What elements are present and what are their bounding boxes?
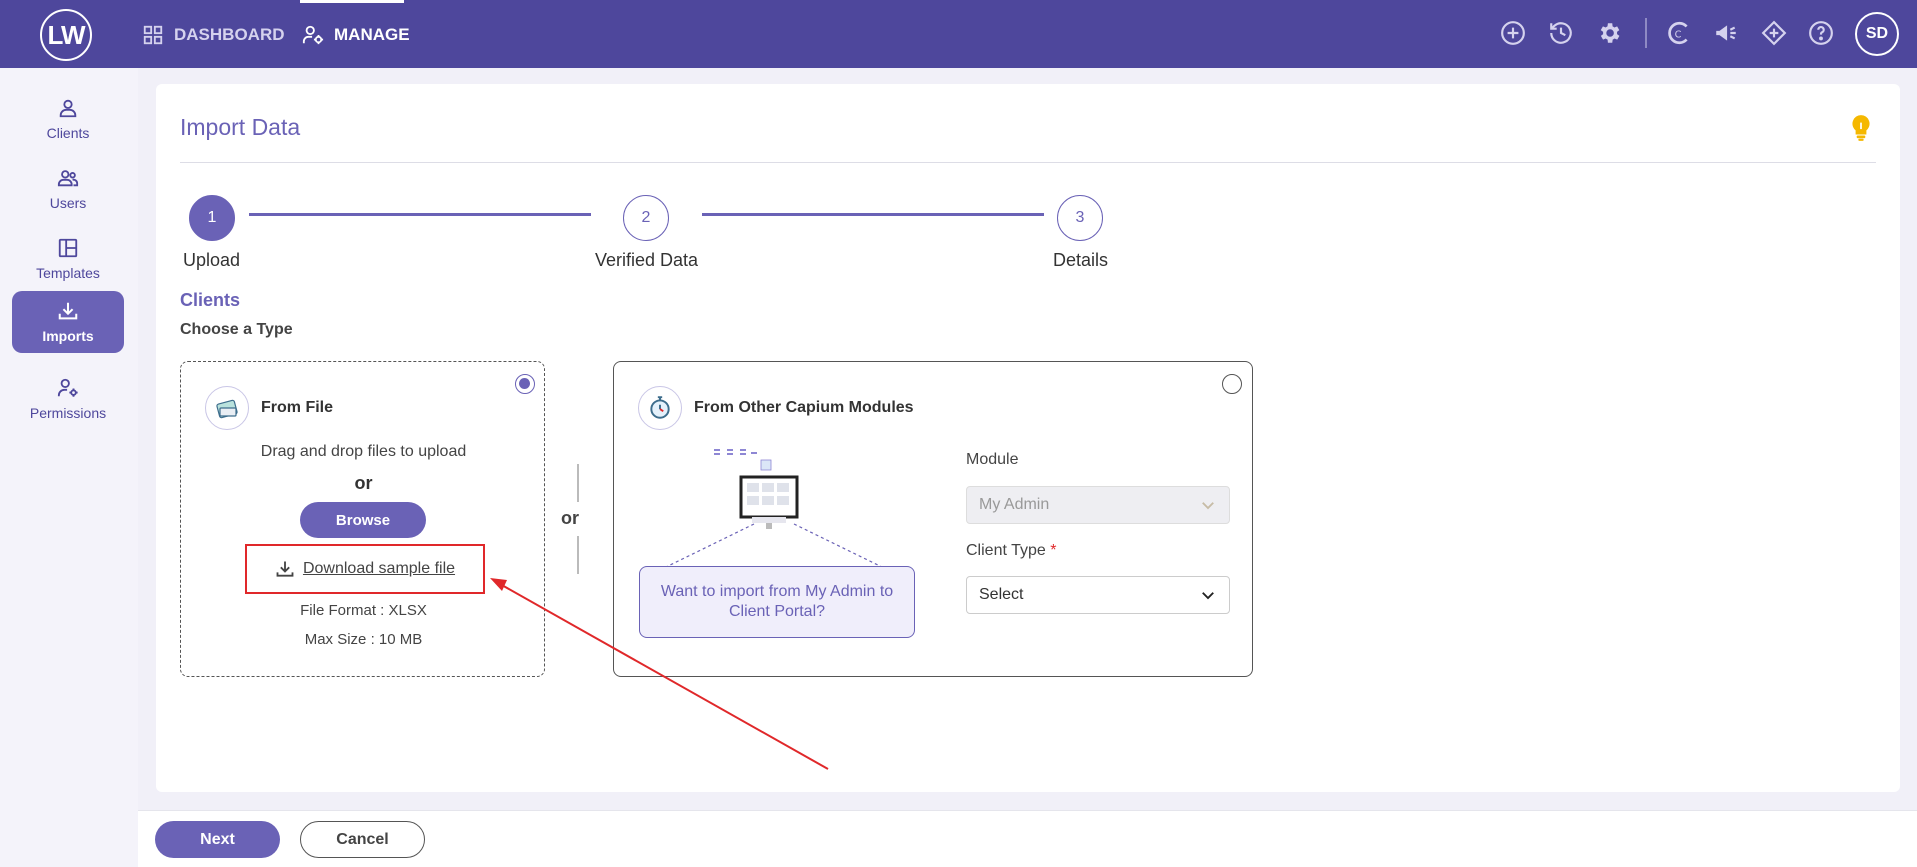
users-icon	[57, 170, 79, 187]
sidebar-item-label: Clients	[46, 125, 90, 141]
import-card: Import Data 1 2 3 Upload Verified Data D…	[156, 84, 1900, 792]
import-icon	[58, 302, 78, 320]
module-select: My Admin	[966, 486, 1230, 524]
help-icon[interactable]	[1807, 19, 1835, 47]
client-type-select-value: Select	[979, 586, 1024, 603]
sidebar-item-imports[interactable]: Imports	[12, 291, 124, 353]
or-text: or	[354, 473, 373, 493]
add-circle-icon[interactable]	[1499, 19, 1527, 47]
sidebar-item-label: Imports	[42, 328, 94, 344]
download-icon	[276, 561, 294, 577]
client-type-select[interactable]: Select	[966, 576, 1230, 614]
required-mark: *	[1050, 542, 1057, 559]
nav-active-indicator	[300, 0, 404, 3]
megaphone-icon[interactable]	[1712, 19, 1740, 47]
drag-drop-text: Drag and drop files to upload	[260, 443, 467, 460]
from-file-option[interactable]: From File Drag and drop files to upload …	[180, 361, 545, 677]
step-3-circle: 3	[1057, 195, 1103, 241]
separator-or: or	[561, 508, 579, 528]
nav-manage[interactable]: MANAGE	[302, 22, 410, 48]
person-icon	[59, 99, 77, 118]
step-connector-1	[249, 213, 591, 216]
download-sample-link[interactable]: Download sample file	[245, 544, 485, 594]
svg-text:C: C	[1675, 29, 1682, 40]
step-3-label: Details	[1053, 250, 1109, 270]
top-bar: LW DASHBOARD MANAGE C SD	[0, 0, 1917, 68]
module-label: Module	[966, 451, 1019, 468]
module-select-value: My Admin	[979, 496, 1050, 513]
template-icon	[58, 238, 78, 258]
grid-icon	[143, 25, 163, 45]
settings-icon[interactable]	[1595, 19, 1623, 47]
separator-line-top	[577, 464, 579, 502]
nav-dashboard-label: DASHBOARD	[174, 25, 285, 44]
permissions-icon	[57, 378, 78, 397]
import-from-my-admin-prompt[interactable]: Want to import from My Admin to Client P…	[639, 566, 915, 638]
next-button[interactable]: Next	[155, 821, 280, 858]
sidebar-item-permissions[interactable]: Permissions	[12, 368, 124, 430]
lightbulb-icon[interactable]	[1848, 114, 1874, 142]
history-icon[interactable]	[1547, 19, 1575, 47]
client-type-label-text: Client Type	[966, 542, 1046, 559]
chevron-down-icon	[1202, 592, 1214, 600]
stopwatch-icon	[650, 396, 670, 419]
connector-lines	[663, 523, 884, 569]
from-file-title: From File	[261, 399, 334, 416]
app-logo[interactable]: LW	[40, 9, 92, 61]
title-divider	[180, 162, 1876, 163]
cancel-button[interactable]: Cancel	[300, 821, 425, 858]
sidebar: Clients Users Templates Imports Permissi…	[0, 68, 138, 867]
nav-dashboard[interactable]: DASHBOARD	[142, 22, 285, 48]
from-other-title: From Other Capium Modules	[694, 399, 914, 416]
step-2-label: Verified Data	[595, 250, 699, 270]
sidebar-item-users[interactable]: Users	[12, 158, 124, 220]
sidebar-item-label: Templates	[36, 265, 100, 281]
client-type-label: Client Type *	[966, 542, 1056, 560]
browse-button[interactable]: Browse	[300, 502, 426, 538]
sidebar-item-label: Permissions	[29, 405, 107, 421]
from-file-radio[interactable]	[515, 374, 535, 394]
download-sample-label: Download sample file	[302, 560, 456, 577]
page-title: Import Data	[180, 114, 301, 140]
sidebar-item-clients[interactable]: Clients	[12, 88, 124, 150]
users-gear-icon	[302, 25, 324, 45]
user-avatar[interactable]: SD	[1855, 12, 1899, 56]
from-other-radio[interactable]	[1222, 374, 1242, 394]
step-1-circle: 1	[189, 195, 235, 241]
step-connector-2	[702, 213, 1044, 216]
section-subtitle: Choose a Type	[180, 321, 293, 338]
separator-line-bottom	[577, 536, 579, 574]
chevron-down-icon	[1202, 502, 1214, 510]
step-1-label: Upload	[183, 250, 241, 270]
from-other-modules-option[interactable]: From Other Capium Modules Want to import…	[613, 361, 1253, 677]
sidebar-item-label: Users	[49, 195, 87, 211]
diamond-icon[interactable]	[1760, 19, 1788, 47]
step-2-circle: 2	[623, 195, 669, 241]
max-size-text: Max Size : 10 MB	[304, 631, 423, 648]
file-upload-icon	[216, 399, 238, 419]
nav-manage-label: MANAGE	[334, 25, 410, 44]
sidebar-item-templates[interactable]: Templates	[12, 228, 124, 290]
header-divider	[1645, 18, 1647, 48]
file-format-text: File Format : XLSX	[300, 602, 427, 619]
file-option-icon-wrap	[205, 386, 249, 430]
section-title: Clients	[180, 290, 241, 310]
other-option-icon-wrap	[638, 386, 682, 430]
capium-icon[interactable]: C	[1665, 19, 1693, 47]
